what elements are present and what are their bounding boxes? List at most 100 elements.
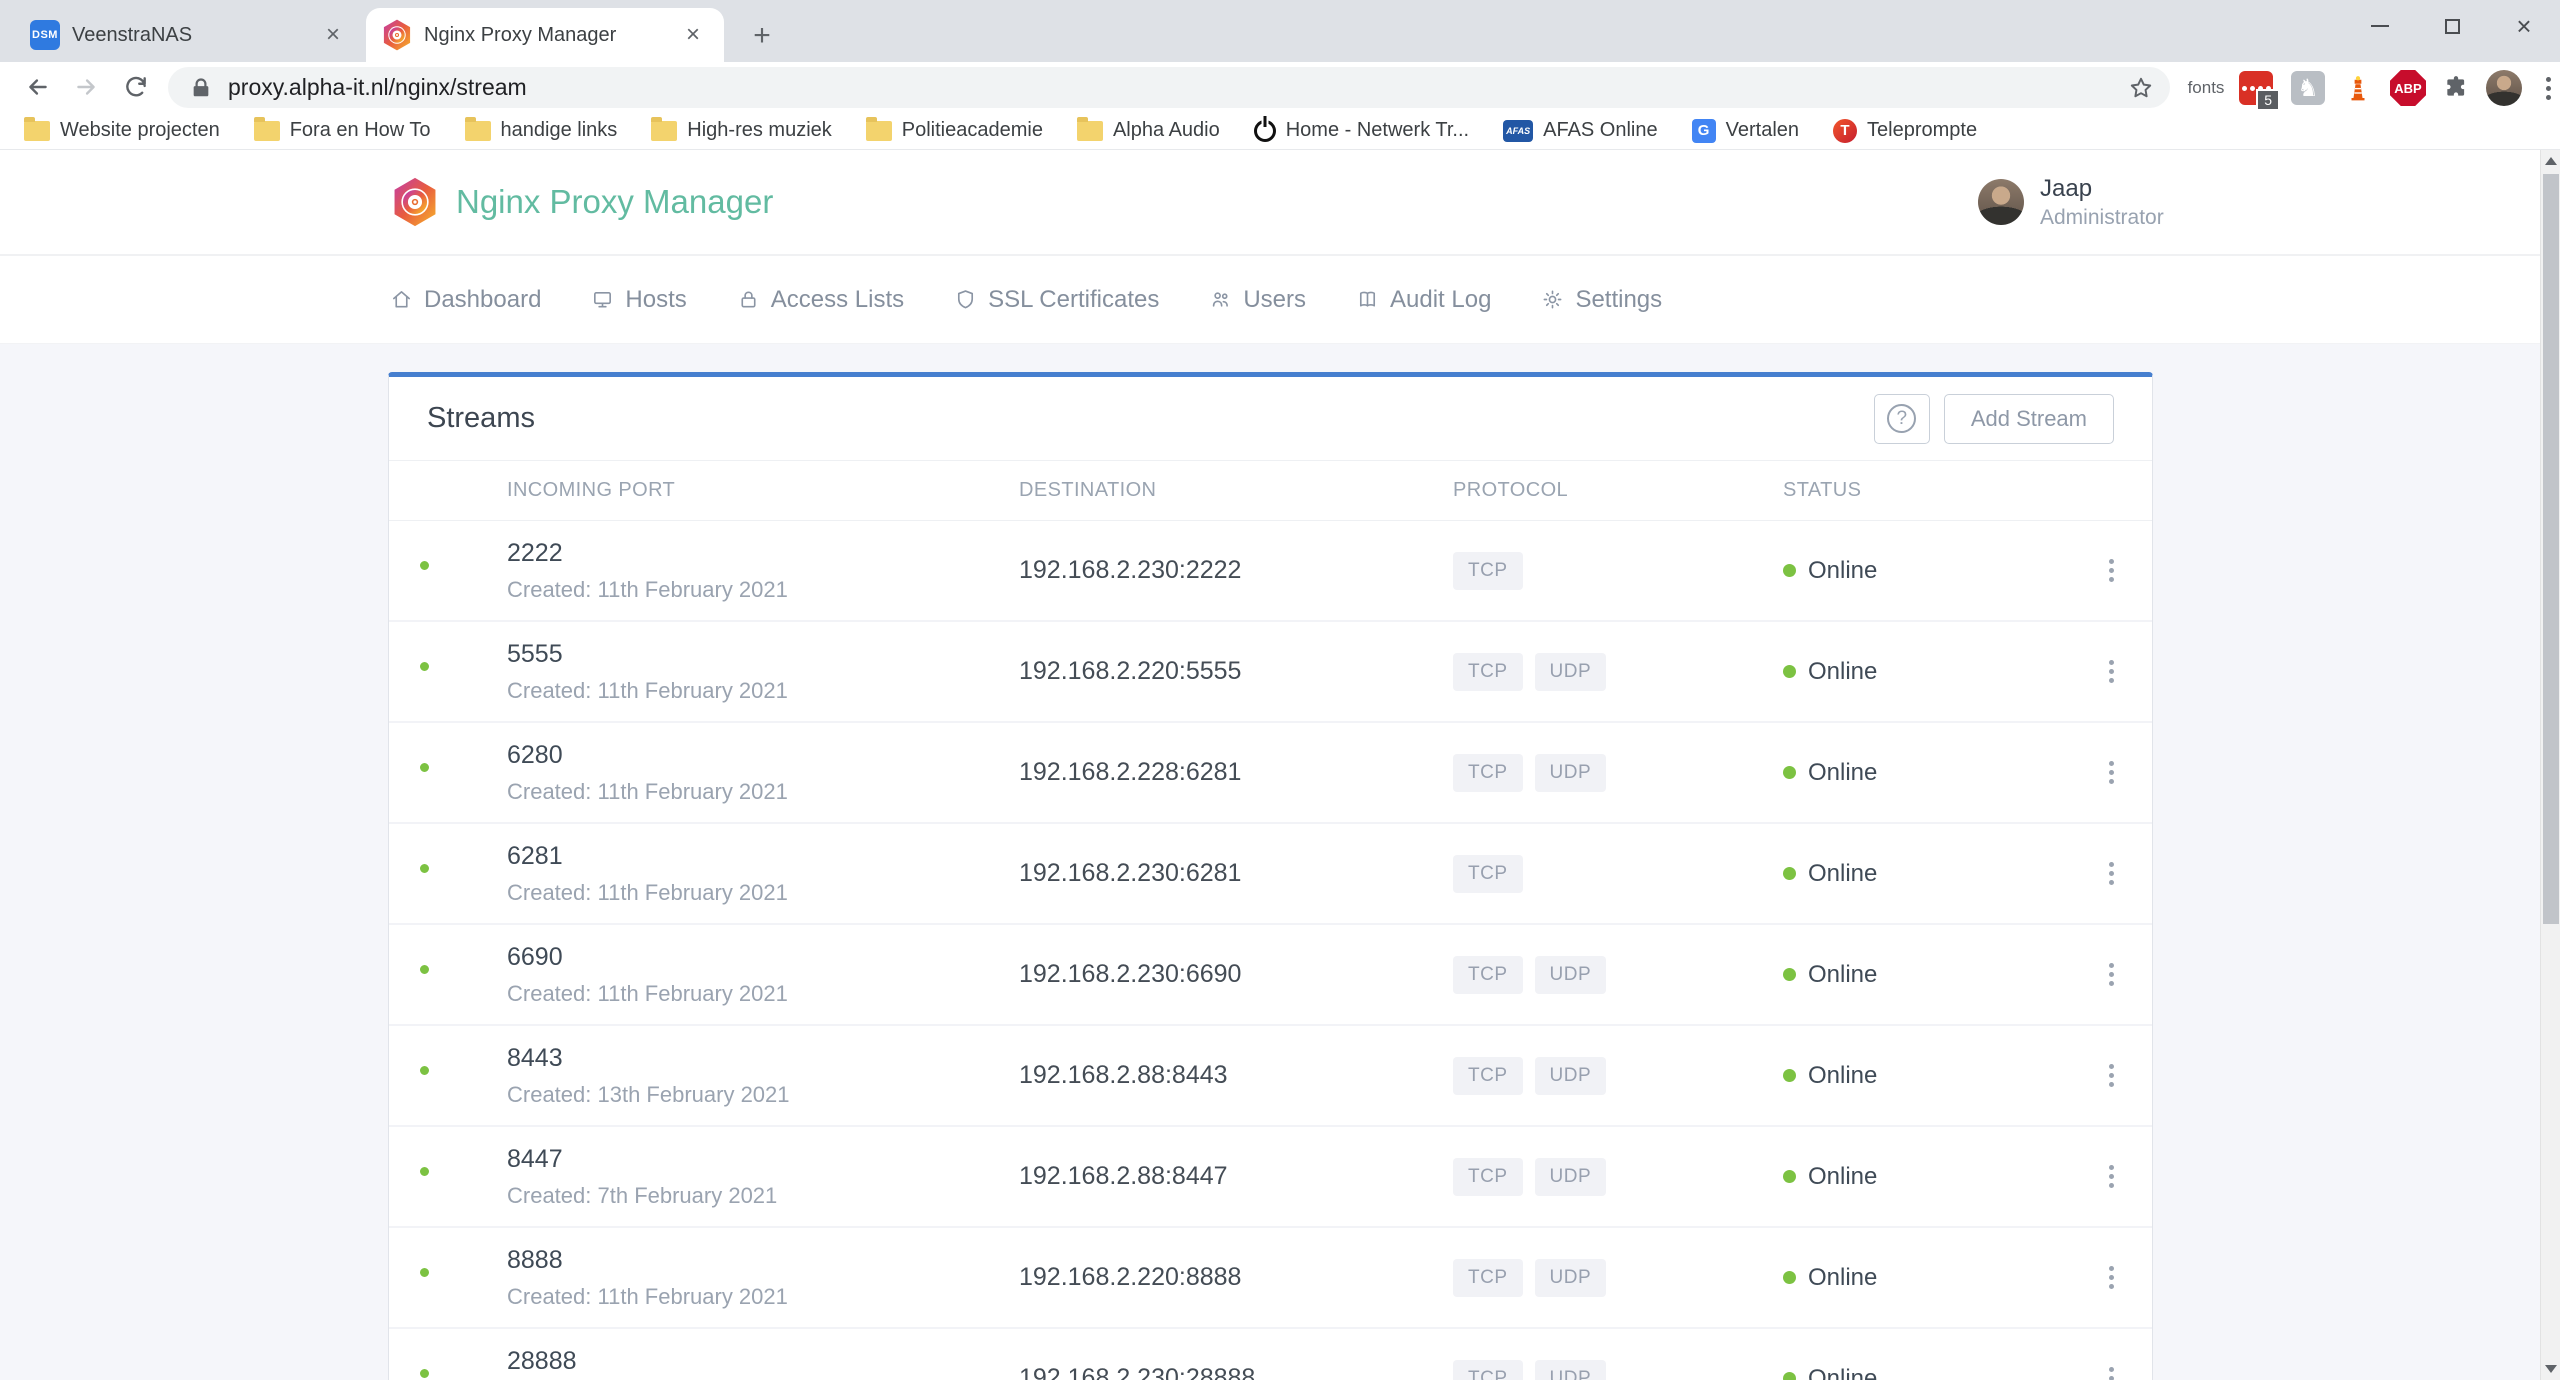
profile-avatar[interactable] [2484, 68, 2524, 108]
tab-veenstranas[interactable]: DSM VeenstraNAS × [14, 8, 364, 62]
protocol-badge: TCP [1453, 1057, 1523, 1095]
row-actions-menu[interactable] [2109, 862, 2114, 885]
bookmark-alpha-audio[interactable]: Alpha Audio [1077, 119, 1220, 142]
nav-audit-log[interactable]: Audit Log [1356, 286, 1491, 314]
tab-close-icon[interactable]: × [678, 20, 708, 50]
bookmark-label: Alpha Audio [1113, 119, 1220, 142]
bookmark-teleprompter[interactable]: TTeleprompte [1833, 119, 1977, 143]
bookmark-handige-links[interactable]: handige links [465, 119, 618, 142]
close-button[interactable]: × [2488, 0, 2560, 52]
tab-nginx-proxy-manager[interactable]: Nginx Proxy Manager × [366, 8, 724, 62]
nav-settings[interactable]: Settings [1541, 286, 1662, 314]
table-row: 5555Created: 11th February 2021 192.168.… [389, 622, 2152, 723]
table-row: 8447Created: 7th February 2021 192.168.2… [389, 1127, 2152, 1228]
table-row: 6281Created: 11th February 2021 192.168.… [389, 824, 2152, 925]
destination: 192.168.2.88:8447 [1019, 1162, 1453, 1191]
adblock-plus-extension-icon[interactable]: ABP [2388, 68, 2428, 108]
protocol-badge: TCP [1453, 956, 1523, 994]
bookmark-fora-en-how-to[interactable]: Fora en How To [254, 119, 431, 142]
table-body: 2222Created: 11th February 2021 192.168.… [389, 521, 2152, 1380]
help-button[interactable]: ? [1874, 394, 1930, 444]
nav-access-lists[interactable]: Access Lists [737, 286, 904, 314]
add-stream-button[interactable]: Add Stream [1944, 394, 2114, 444]
npm-logo-icon [392, 177, 438, 227]
minimize-icon [2371, 25, 2389, 27]
bookmark-afas-online[interactable]: AFASAFAS Online [1503, 119, 1658, 142]
bookmark-label: handige links [501, 119, 618, 142]
reload-button[interactable] [116, 67, 156, 107]
protocol-badges: TCPUDP [1453, 956, 1783, 994]
nav-users[interactable]: Users [1209, 286, 1306, 314]
brand-logo-link[interactable]: Nginx Proxy Manager [392, 150, 773, 254]
incoming-port: 28888 [507, 1347, 1019, 1376]
site-header: Nginx Proxy Manager Jaap Administrator [0, 150, 2540, 256]
back-icon [25, 74, 51, 100]
lighthouse-extension-icon[interactable] [2338, 68, 2378, 108]
folder-icon [24, 121, 50, 141]
extensions-puzzle-icon[interactable] [2436, 68, 2476, 108]
created-date: Created: 7th February 2021 [507, 1183, 1019, 1209]
user-menu[interactable]: Jaap Administrator [1978, 150, 2164, 254]
destination: 192.168.2.230:6281 [1019, 859, 1453, 888]
browser-menu-button[interactable] [2528, 68, 2560, 108]
minimize-button[interactable] [2344, 0, 2416, 52]
row-actions-menu[interactable] [2109, 559, 2114, 582]
new-tab-button[interactable]: + [742, 16, 782, 56]
nav-dashboard[interactable]: Dashboard [390, 286, 541, 314]
maximize-button[interactable] [2416, 0, 2488, 52]
destination: 192.168.2.88:8443 [1019, 1061, 1453, 1090]
scrollbar-down-arrow[interactable] [2541, 1358, 2560, 1380]
bookmark-home-netwerk[interactable]: Home - Netwerk Tr... [1254, 119, 1469, 142]
row-actions-menu[interactable] [2109, 963, 2114, 986]
created-date: Created: 11th February 2021 [507, 577, 1019, 603]
status-cell: Online [1783, 658, 2070, 686]
lock-icon [190, 77, 212, 99]
row-actions-menu[interactable] [2109, 660, 2114, 683]
row-actions-menu[interactable] [2109, 1367, 2114, 1380]
bookmark-label: Vertalen [1726, 119, 1799, 142]
tab-close-icon[interactable]: × [318, 20, 348, 50]
back-button[interactable] [18, 67, 58, 107]
status-cell: Online [1783, 1062, 2070, 1090]
row-actions-menu[interactable] [2109, 1165, 2114, 1188]
destination: 192.168.2.230:6690 [1019, 960, 1453, 989]
forward-icon [73, 74, 99, 100]
address-bar[interactable]: proxy.alpha-it.nl/nginx/stream [168, 67, 2170, 108]
puzzle-icon [2443, 75, 2469, 101]
tab-title: VeenstraNAS [72, 24, 304, 47]
bookmark-high-res-muziek[interactable]: High-res muziek [651, 119, 831, 142]
row-actions-menu[interactable] [2109, 761, 2114, 784]
protocol-badge: UDP [1535, 754, 1607, 792]
bookmark-label: High-res muziek [687, 119, 831, 142]
scrollbar-up-arrow[interactable] [2541, 150, 2560, 172]
col-destination: DESTINATION [1019, 479, 1453, 502]
folder-icon [465, 121, 491, 141]
bookmark-label: Home - Netwerk Tr... [1286, 119, 1469, 142]
row-actions-menu[interactable] [2109, 1064, 2114, 1087]
lighthouse-icon [2343, 73, 2373, 103]
incoming-port: 8888 [507, 1246, 1019, 1275]
chess-knight-extension-icon[interactable]: ♞ [2288, 68, 2328, 108]
nav-hosts[interactable]: Hosts [591, 286, 686, 314]
scrollbar-thumb[interactable] [2543, 174, 2559, 924]
destination: 192.168.2.220:5555 [1019, 657, 1453, 686]
protocol-badge: UDP [1535, 1259, 1607, 1297]
fonts-extension-icon[interactable]: fonts [2180, 68, 2232, 108]
presence-dot [417, 558, 432, 573]
table-header-row: INCOMING PORT DESTINATION PROTOCOL STATU… [389, 461, 2152, 521]
folder-icon [254, 121, 280, 141]
status-text: Online [1808, 860, 1877, 888]
bookmark-website-projecten[interactable]: Website projecten [24, 119, 220, 142]
created-date: Created: 11th February 2021 [507, 880, 1019, 906]
row-actions-menu[interactable] [2109, 1266, 2114, 1289]
password-manager-extension-icon[interactable]: 5 [2236, 68, 2276, 108]
protocol-badge: TCP [1453, 552, 1523, 590]
bookmark-star-icon[interactable] [2128, 75, 2154, 101]
bookmark-vertalen[interactable]: GVertalen [1692, 119, 1799, 143]
window-controls: × [2344, 0, 2560, 52]
bookmark-politieacademie[interactable]: Politieacademie [866, 119, 1043, 142]
col-protocol: PROTOCOL [1453, 479, 1783, 502]
nav-ssl-certificates[interactable]: SSL Certificates [954, 286, 1159, 314]
status-cell: Online [1783, 961, 2070, 989]
forward-button[interactable] [66, 67, 106, 107]
